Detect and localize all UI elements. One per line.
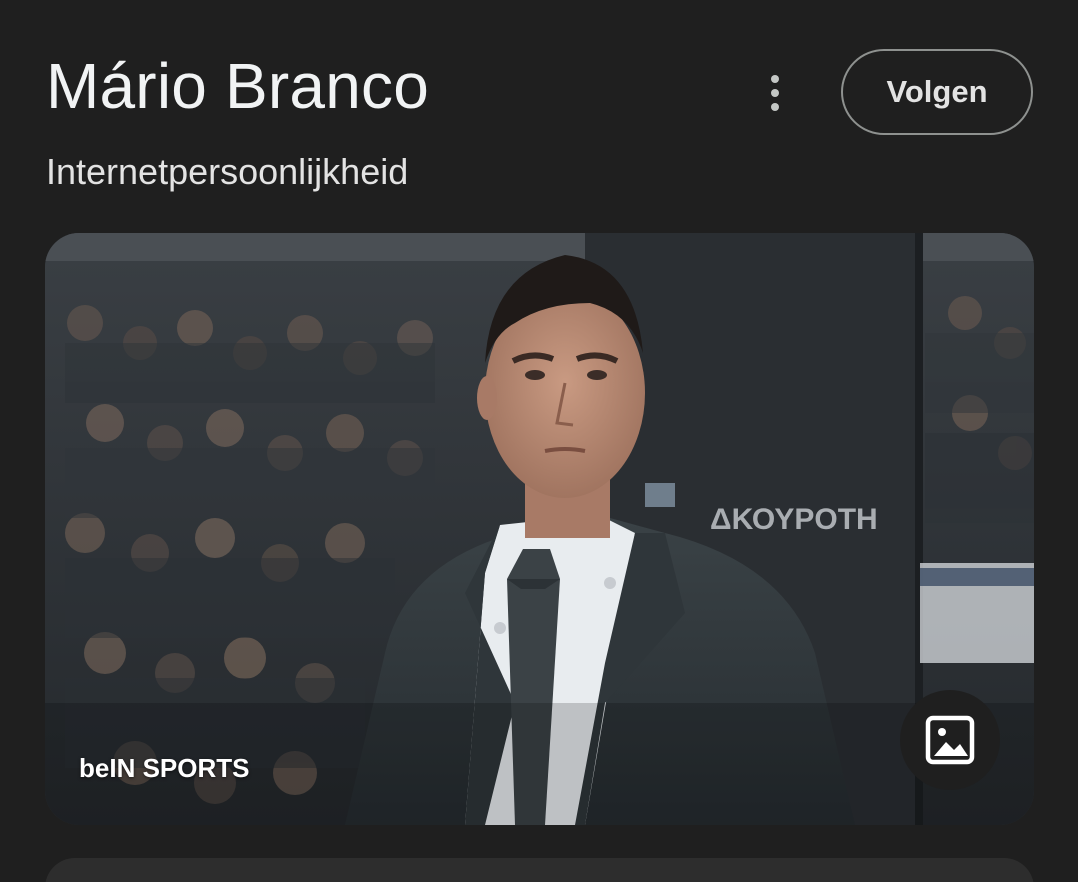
photo-card[interactable]: ΔΚΟΥΡΟΤΗ beIN SPORTS <box>45 233 1034 825</box>
entity-type-subtitle: Internetpersoonlijkheid <box>46 151 409 192</box>
follow-button[interactable]: Volgen <box>841 49 1033 135</box>
more-vert-icon-dot <box>771 89 779 97</box>
more-vert-icon <box>771 75 779 83</box>
more-options-button[interactable] <box>752 68 798 118</box>
background-sign-text: ΔΚΟΥΡΟΤΗ <box>710 503 878 536</box>
image-source-label: beIN SPORTS <box>79 753 250 783</box>
person-photo: ΔΚΟΥΡΟΤΗ <box>45 233 1034 825</box>
view-images-button[interactable] <box>900 690 1000 790</box>
knowledge-panel: Mário Branco Volgen Internetpersoonlijkh… <box>0 0 1078 882</box>
page-title: Mário Branco <box>46 50 429 122</box>
more-vert-icon-dot <box>771 103 779 111</box>
next-section-card <box>45 858 1034 882</box>
image-icon <box>925 715 975 765</box>
